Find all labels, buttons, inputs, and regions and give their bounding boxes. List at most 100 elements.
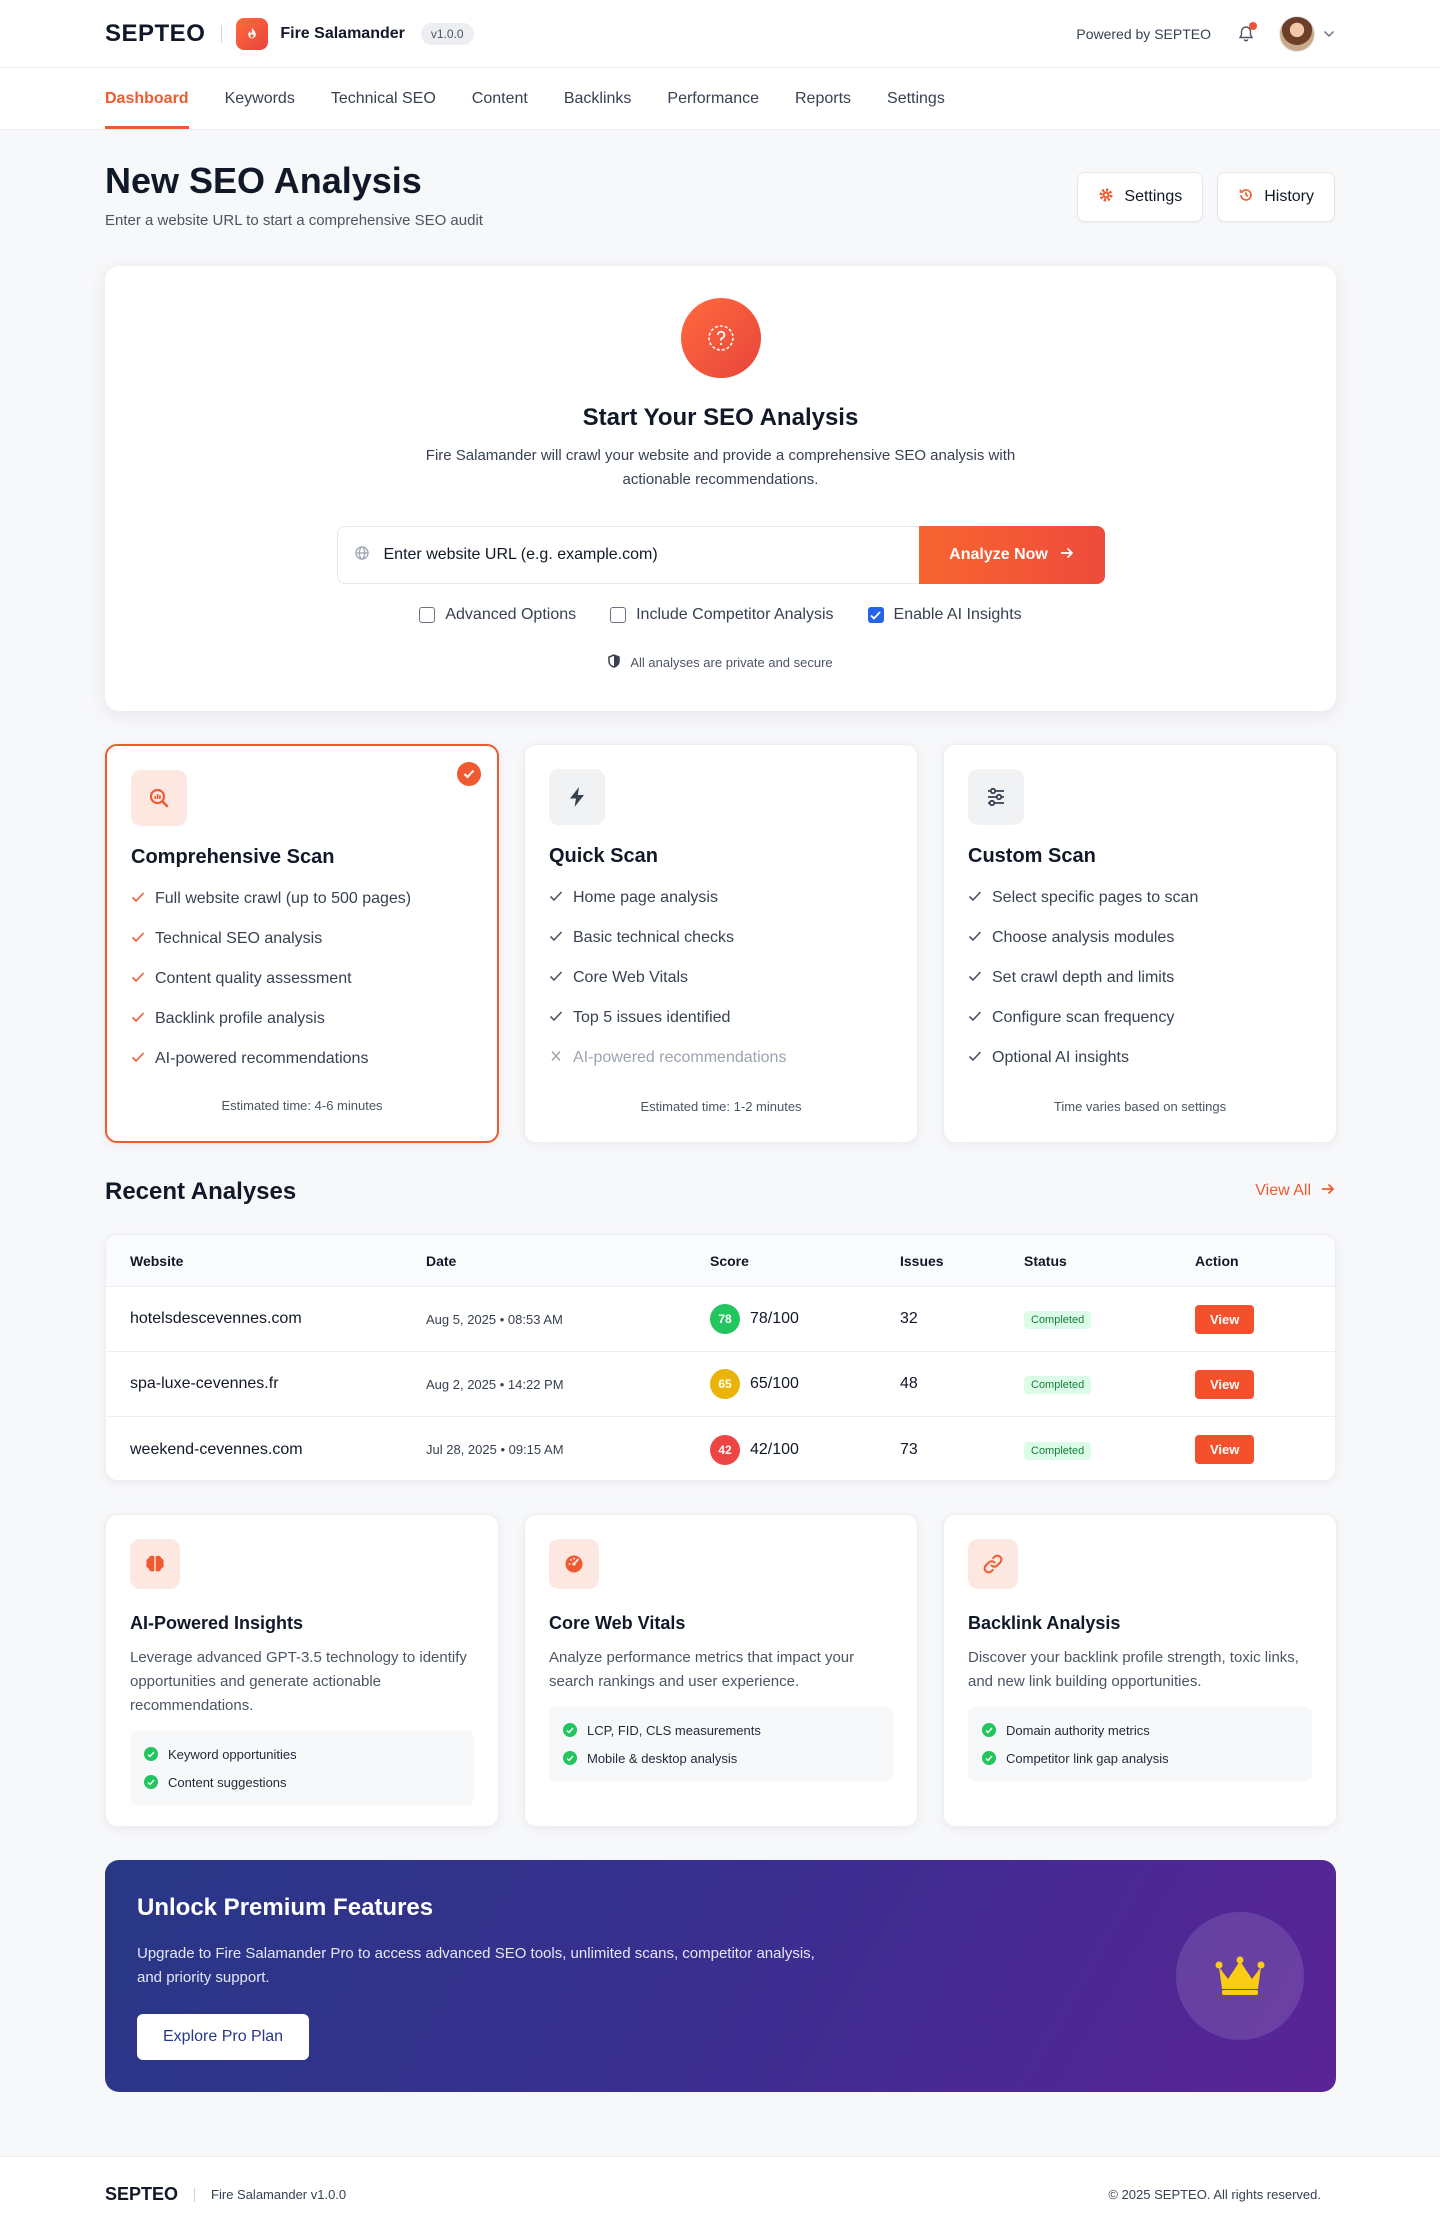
scan-type-options: Comprehensive Scan Full website crawl (u… — [105, 744, 1337, 1143]
bullet-label: Domain authority metrics — [1006, 1722, 1150, 1738]
scan-feature-list: Full website crawl (up to 500 pages) Tec… — [131, 879, 473, 1079]
arrow-right-icon — [1321, 1182, 1335, 1200]
sliders-icon — [968, 769, 1024, 825]
website-cell: weekend-cevennes.com — [130, 1440, 303, 1458]
scan-card-quick[interactable]: Quick Scan Home page analysis Basic tech… — [524, 744, 918, 1143]
nav-dashboard[interactable]: Dashboard — [105, 68, 189, 129]
view-button[interactable]: View — [1195, 1369, 1255, 1399]
action-cell: View — [1195, 1435, 1335, 1464]
action-cell: View — [1195, 1304, 1335, 1334]
nav-settings[interactable]: Settings — [887, 68, 945, 129]
page-actions: Settings History — [1077, 172, 1335, 222]
list-item: Choose analysis modules — [968, 918, 1312, 958]
brain-icon — [130, 1539, 180, 1589]
table-header: Website Date Score Issues Status Action — [106, 1235, 1335, 1287]
nav-reports[interactable]: Reports — [795, 68, 851, 129]
nav-backlinks[interactable]: Backlinks — [564, 68, 632, 129]
analyze-now-button[interactable]: Analyze Now — [918, 526, 1105, 584]
list-item: Optional AI insights — [968, 1038, 1312, 1078]
nav-performance[interactable]: Performance — [667, 68, 759, 129]
feature-card-core-web-vitals: Core Web Vitals Analyze performance metr… — [524, 1514, 918, 1827]
nav-keywords[interactable]: Keywords — [225, 68, 295, 129]
explore-pro-button[interactable]: Explore Pro Plan — [137, 2014, 310, 2060]
url-input[interactable]: Enter website URL (e.g. example.com) — [336, 526, 919, 584]
crown-icon — [1176, 1912, 1304, 2040]
checkbox-box[interactable] — [610, 607, 627, 623]
view-button[interactable]: View — [1195, 1304, 1255, 1334]
app-name: Fire Salamander — [280, 24, 405, 42]
list-item: LCP, FID, CLS measurements — [563, 1716, 879, 1744]
search-chart-icon — [131, 770, 187, 826]
scan-card-custom[interactable]: Custom Scan Select specific pages to sca… — [943, 744, 1337, 1143]
list-item: Set crawl depth and limits — [968, 958, 1312, 998]
secure-note: All analyses are private and secure — [105, 654, 1336, 671]
score-text: 78/100 — [750, 1310, 799, 1327]
list-item: Basic technical checks — [549, 918, 893, 958]
history-button[interactable]: History — [1217, 172, 1335, 222]
user-avatar[interactable] — [1279, 15, 1315, 52]
competitor-analysis-checkbox[interactable]: Include Competitor Analysis — [610, 606, 834, 624]
nav-technical-seo[interactable]: Technical SEO — [331, 68, 436, 129]
check-icon — [968, 969, 982, 987]
scan-title: Comprehensive Scan — [131, 846, 335, 868]
issues-cell: 48 — [900, 1375, 918, 1392]
check-icon — [131, 1050, 145, 1068]
version-badge: v1.0.0 — [420, 22, 474, 45]
list-item-label: Configure scan frequency — [992, 1009, 1175, 1026]
advanced-options-checkbox[interactable]: Advanced Options — [419, 606, 576, 624]
scan-title: Custom Scan — [968, 845, 1096, 867]
option-label: Include Competitor Analysis — [636, 606, 834, 623]
start-description: Fire Salamander will crawl your website … — [425, 447, 1016, 488]
bullet-label: Keyword opportunities — [168, 1746, 297, 1762]
settings-button[interactable]: Settings — [1077, 172, 1204, 222]
score-cell: 78 78/100 — [710, 1304, 900, 1334]
brand-logo[interactable]: SEPTEO — [105, 20, 205, 48]
ai-insights-checkbox[interactable]: Enable AI Insights — [867, 606, 1022, 624]
checkbox-box[interactable] — [419, 607, 436, 623]
header-actions: Powered by SEPTEO — [1076, 15, 1335, 52]
check-circle-icon — [563, 1723, 577, 1737]
analyze-label: Analyze Now — [949, 546, 1048, 563]
footer-brand: SEPTEO — [105, 2184, 179, 2204]
feature-title: Core Web Vitals — [549, 1613, 686, 1633]
footer-copyright: © 2025 SEPTEO. All rights reserved. — [1108, 2187, 1321, 2202]
globe-icon — [354, 545, 370, 566]
nav-content[interactable]: Content — [472, 68, 528, 129]
view-all-label: View All — [1255, 1182, 1311, 1199]
check-icon — [968, 1009, 982, 1027]
score-text: 65/100 — [750, 1375, 799, 1392]
scan-estimate: Estimated time: 1-2 minutes — [640, 1099, 802, 1114]
list-item-label: AI-powered recommendations — [155, 1050, 369, 1067]
feature-description: Leverage advanced GPT-3.5 technology to … — [130, 1649, 467, 1714]
footer-app-version: Fire Salamander v1.0.0 — [211, 2187, 347, 2202]
feature-title: Backlink Analysis — [968, 1613, 1121, 1633]
scan-card-comprehensive[interactable]: Comprehensive Scan Full website crawl (u… — [105, 744, 499, 1143]
website-cell: hotelsdescevennes.com — [130, 1310, 302, 1327]
column-header: Date — [426, 1252, 457, 1269]
main-nav: Dashboard Keywords Technical SEO Content… — [0, 68, 1440, 130]
check-icon — [131, 970, 145, 988]
list-item: Competitor link gap analysis — [982, 1744, 1298, 1772]
check-icon — [968, 929, 982, 947]
list-item: Full website crawl (up to 500 pages) — [131, 879, 473, 919]
status-cell: Completed — [1024, 1375, 1195, 1394]
list-item-label: Set crawl depth and limits — [992, 969, 1175, 986]
score-badge: 42 — [710, 1434, 740, 1465]
table-row: weekend-cevennes.com Jul 28, 2025 • 09:1… — [106, 1417, 1335, 1480]
chevron-down-icon[interactable] — [1323, 25, 1335, 43]
list-item: Top 5 issues identified — [549, 998, 893, 1038]
date-cell: Aug 5, 2025 • 08:53 AM — [426, 1311, 563, 1327]
bell-icon[interactable] — [1235, 21, 1257, 45]
score-badge: 78 — [710, 1304, 740, 1334]
feature-bullets: LCP, FID, CLS measurements Mobile & desk… — [549, 1706, 893, 1782]
notification-dot — [1249, 21, 1257, 30]
view-all-link[interactable]: View All — [1255, 1182, 1335, 1200]
list-item: Keyword opportunities — [144, 1740, 460, 1768]
url-form: Enter website URL (e.g. example.com) Ana… — [336, 526, 1105, 584]
check-icon — [131, 890, 145, 908]
table-row: spa-luxe-cevennes.fr Aug 2, 2025 • 14:22… — [106, 1352, 1335, 1417]
page-footer: SEPTEO Fire Salamander v1.0.0 © 2025 SEP… — [0, 2156, 1440, 2232]
flame-icon[interactable] — [236, 17, 269, 50]
view-button[interactable]: View — [1195, 1435, 1255, 1464]
checkbox-checked[interactable] — [867, 607, 884, 623]
